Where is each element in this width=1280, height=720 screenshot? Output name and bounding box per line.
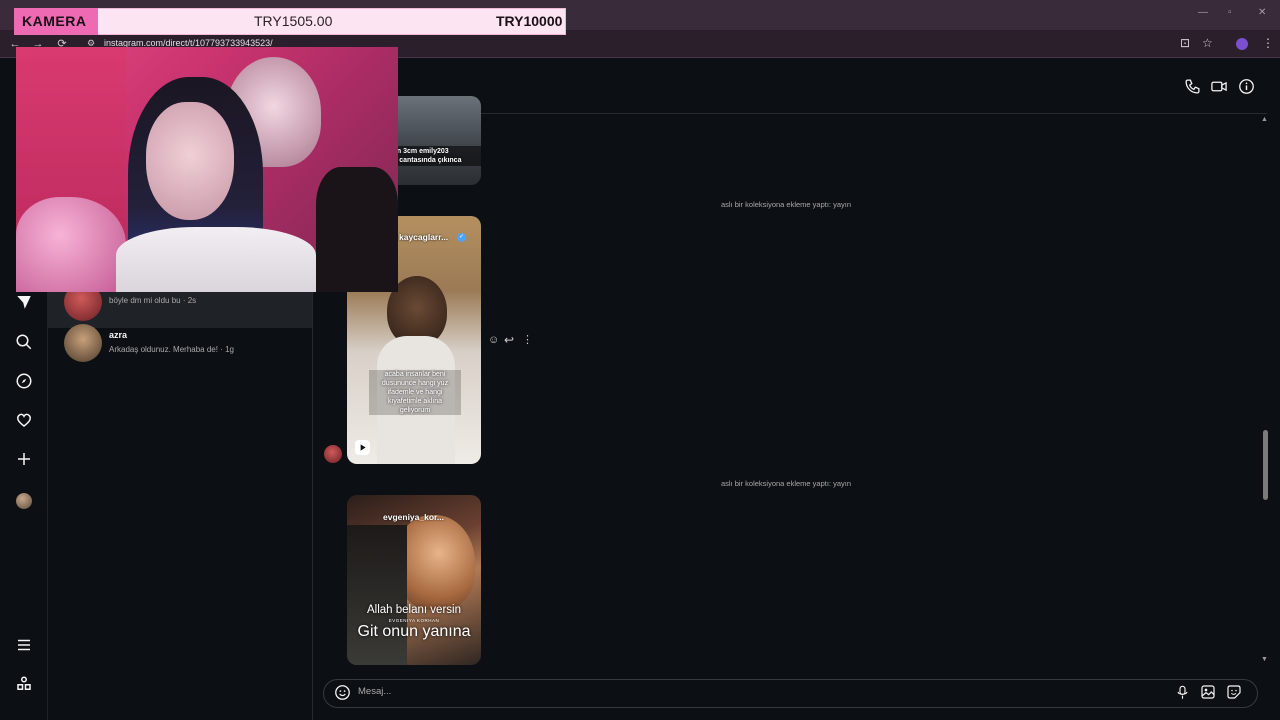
post-username[interactable]: evgeniya_kor... bbox=[383, 512, 444, 522]
shared-reel[interactable]: evgeniya_kor... Allah belanı versin EVGE… bbox=[347, 495, 481, 665]
react-emoji-icon[interactable]: ☺ bbox=[488, 334, 499, 346]
profile-avatar[interactable] bbox=[16, 493, 32, 509]
bookmark-star-icon[interactable]: ☆ bbox=[1202, 36, 1213, 50]
reply-icon[interactable]: ↩ bbox=[504, 333, 514, 347]
conversation-preview: böyle dm mi oldu bu · 2s bbox=[109, 296, 197, 305]
post-caption: Allah belanı versin bbox=[367, 604, 461, 616]
scrollbar-thumb[interactable] bbox=[1263, 430, 1268, 500]
conversation-name: azra bbox=[109, 330, 128, 340]
post-caption: acaba insanlar beni dusununce hangi yuz … bbox=[369, 370, 461, 415]
donation-goal-amount: TRY10000 bbox=[496, 13, 563, 29]
more-options-icon[interactable]: ⋮ bbox=[522, 333, 533, 346]
explore-icon[interactable] bbox=[12, 372, 36, 396]
menu-hamburger-icon[interactable] bbox=[12, 636, 36, 660]
webcam-overlay bbox=[16, 47, 398, 292]
conversation-avatar bbox=[64, 324, 102, 362]
person-face bbox=[146, 102, 234, 220]
message-input[interactable]: Mesaj... bbox=[358, 686, 391, 697]
sender-avatar bbox=[324, 445, 342, 463]
conversation-preview: Arkadaş oldunuz. Merhaba de! · 1g bbox=[109, 345, 234, 354]
heart-icon[interactable] bbox=[12, 411, 36, 435]
close-window-icon[interactable]: ✕ bbox=[1258, 7, 1266, 18]
sticker-icon[interactable] bbox=[1225, 684, 1243, 702]
system-message: aslı bir koleksiyona ekleme yaptı: yayın bbox=[720, 479, 852, 488]
phone-call-icon[interactable] bbox=[1182, 78, 1202, 98]
microphone-icon[interactable] bbox=[1173, 684, 1191, 702]
scroll-up-icon[interactable]: ▲ bbox=[1261, 116, 1268, 123]
scroll-down-icon[interactable]: ▼ bbox=[1261, 656, 1268, 663]
video-call-icon[interactable] bbox=[1209, 78, 1229, 98]
post-username[interactable]: kaycaglarr... bbox=[399, 232, 448, 242]
info-icon[interactable] bbox=[1236, 78, 1256, 98]
messages-icon[interactable] bbox=[12, 293, 36, 317]
system-message: aslı bir koleksiyona ekleme yaptı: yayın bbox=[720, 200, 852, 209]
emoji-picker-icon[interactable] bbox=[333, 684, 351, 702]
verified-badge-icon: ✓ bbox=[457, 233, 466, 242]
install-app-icon[interactable]: ⊡ bbox=[1180, 36, 1190, 50]
search-icon[interactable] bbox=[12, 333, 36, 357]
image-upload-icon[interactable] bbox=[1199, 684, 1217, 702]
restore-icon[interactable]: ▫ bbox=[1228, 7, 1232, 18]
chat-scrollbar[interactable] bbox=[1262, 114, 1270, 670]
extension-icon[interactable] bbox=[1236, 38, 1248, 50]
donation-goal-label: KAMERA bbox=[14, 8, 98, 35]
conversation-item[interactable]: azra Arkadaş oldunuz. Merhaba de! · 1g bbox=[48, 318, 312, 368]
minimize-icon[interactable]: — bbox=[1198, 7, 1208, 18]
reel-thumbnail-person bbox=[395, 515, 475, 610]
reel-play-icon[interactable] bbox=[355, 440, 370, 455]
message-composer bbox=[323, 679, 1258, 708]
create-plus-icon[interactable] bbox=[12, 450, 36, 474]
person-shirt bbox=[116, 227, 316, 292]
donation-current-amount: TRY1505.00 bbox=[254, 13, 333, 29]
chair-side bbox=[316, 167, 398, 292]
threads-apps-icon[interactable] bbox=[12, 675, 36, 699]
plush-toy bbox=[16, 197, 126, 292]
post-caption: Git onun yanına bbox=[357, 623, 471, 640]
browser-menu-icon[interactable]: ⋮ bbox=[1262, 36, 1274, 50]
post-caption: an 3cm emily203 n cantasında çıkınca bbox=[391, 146, 481, 166]
